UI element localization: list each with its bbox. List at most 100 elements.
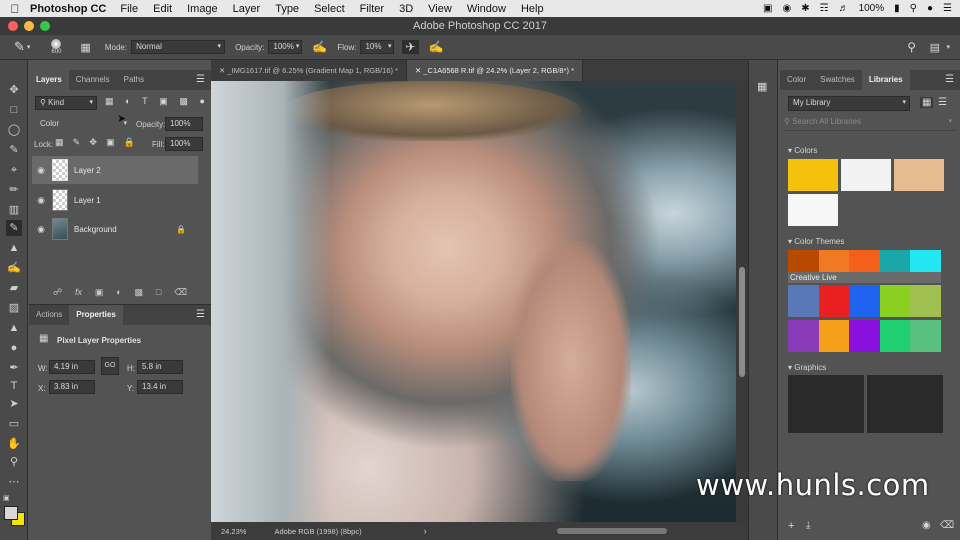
search-icon[interactable]: ⚲ <box>907 40 916 54</box>
tool-preset-chevron-icon[interactable]: ▾ <box>27 43 31 51</box>
layer-row-layer-1[interactable]: ◉ Layer 1 <box>32 186 198 214</box>
library-select[interactable]: My Library ▾ <box>788 96 910 111</box>
default-colors-icon[interactable]: ▣ <box>3 494 10 502</box>
foreground-color-swatch[interactable] <box>4 506 18 520</box>
color-swatch-yellow[interactable] <box>788 159 838 191</box>
graphic-thumbnail-2[interactable] <box>867 375 943 433</box>
blur-tool-icon[interactable]: ▲ <box>6 320 22 336</box>
menu-app-name[interactable]: Photoshop CC <box>30 3 106 15</box>
eraser-tool-icon[interactable]: ▰ <box>6 280 22 296</box>
doc-tab-c1a6568[interactable]: ✕ _C1A6568 R.tif @ 24.2% (Layer 2, RGB/8… <box>407 60 583 81</box>
visibility-eye-icon[interactable]: ◉ <box>32 195 50 206</box>
dodge-tool-icon[interactable]: ● <box>6 340 22 356</box>
type-filter-icon[interactable]: T <box>142 96 148 107</box>
tab-layers[interactable]: Layers <box>29 70 69 90</box>
menu-type[interactable]: Type <box>275 3 299 15</box>
close-icon[interactable]: ✕ <box>219 66 225 75</box>
color-themes-section-header[interactable]: ▾ Color Themes <box>788 237 844 246</box>
layer-style-icon[interactable]: fx <box>75 287 82 298</box>
stock-icon[interactable]: ◉ <box>922 520 931 531</box>
close-window-button[interactable] <box>8 21 18 31</box>
airbrush-icon[interactable]: ✈ <box>402 40 419 54</box>
scrollbar-thumb[interactable] <box>739 267 745 377</box>
layer-row-layer-2[interactable]: ◉ Layer 2 <box>32 156 198 184</box>
lasso-tool-icon[interactable]: ◯ <box>6 122 22 138</box>
grid-view-icon[interactable]: ▦ <box>920 97 934 108</box>
history-brush-tool-icon[interactable]: ✍ <box>6 260 22 276</box>
mode-select[interactable]: Normal ▾ <box>131 40 226 54</box>
zoom-level[interactable]: 24.23% <box>221 527 246 536</box>
list-icon[interactable]: ☰ <box>943 3 952 14</box>
tab-libraries[interactable]: Libraries <box>861 70 910 90</box>
brush-tool-icon[interactable]: ✎ <box>14 39 25 55</box>
apple-icon[interactable]:  <box>0 2 30 16</box>
eyedropper-tool-icon[interactable]: ✏ <box>6 182 22 198</box>
y-field[interactable]: 13.4 in <box>137 380 183 394</box>
tab-actions[interactable]: Actions <box>29 305 69 325</box>
record-icon[interactable]: ◉ <box>782 3 791 14</box>
opacity-field[interactable]: 100% ▾ <box>268 40 303 54</box>
panel-menu-icon[interactable]: ☰ <box>196 305 205 325</box>
crop-tool-icon[interactable]: ⌖ <box>6 162 22 178</box>
shape-filter-icon[interactable]: ▣ <box>159 96 168 107</box>
history-panel-icon[interactable]: ▦ <box>757 80 767 93</box>
doc-tab-img1617[interactable]: ✕ _IMG1617.tif @ 6.25% (Gradient Map 1, … <box>211 60 407 81</box>
menu-edit[interactable]: Edit <box>153 3 172 15</box>
zoom-tool-icon[interactable]: ⚲ <box>6 454 22 470</box>
tab-swatches[interactable]: Swatches <box>813 70 862 90</box>
menu-view[interactable]: View <box>428 3 452 15</box>
vertical-scrollbar[interactable] <box>736 81 748 522</box>
tab-properties[interactable]: Properties <box>69 305 123 325</box>
adjustment-layer-icon[interactable]: ◐ <box>116 287 121 298</box>
menu-filter[interactable]: Filter <box>360 3 384 15</box>
bluetooth-icon[interactable]: ✱ <box>801 3 809 14</box>
filter-toggle-icon[interactable]: ● <box>200 96 205 107</box>
cast-icon[interactable]: ▣ <box>763 3 772 14</box>
minimize-window-button[interactable] <box>24 21 34 31</box>
pressure-size-icon[interactable]: ✍ <box>429 40 444 54</box>
chevron-right-icon[interactable]: › <box>424 526 427 536</box>
user-avatar-icon[interactable]: ● <box>927 3 933 14</box>
healing-brush-tool-icon[interactable]: ▥ <box>6 202 22 218</box>
new-layer-icon[interactable]: □ <box>156 287 161 298</box>
list-view-icon[interactable]: ☰ <box>938 97 947 108</box>
color-theme-creative-live[interactable]: Creative Live <box>788 250 941 283</box>
flow-field[interactable]: 10% ▾ <box>360 40 395 54</box>
brush-tool-icon[interactable]: ✎ <box>6 220 22 236</box>
hand-tool-icon[interactable]: ✋ <box>6 436 22 452</box>
height-field[interactable]: 5.8 in <box>137 360 183 374</box>
lock-image-icon[interactable]: ✎ <box>73 137 81 148</box>
close-icon[interactable]: ✕ <box>415 66 421 75</box>
move-tool-icon[interactable]: ✥ <box>6 82 22 98</box>
menu-window[interactable]: Window <box>467 3 506 15</box>
document-canvas[interactable] <box>211 81 736 522</box>
color-swatch-white[interactable] <box>841 159 891 191</box>
fill-field[interactable]: 100% <box>165 137 203 151</box>
add-mask-icon[interactable]: ▣ <box>95 287 104 298</box>
color-theme-3[interactable] <box>788 320 941 352</box>
graphics-section-header[interactable]: ▾ Graphics <box>788 363 826 372</box>
workspace-icon[interactable]: ▤ <box>930 41 940 54</box>
lock-position-icon[interactable]: ✥ <box>89 137 97 148</box>
brush-panel-icon[interactable]: ▦ <box>80 41 90 54</box>
lock-all-icon[interactable]: 🔒 <box>124 137 135 148</box>
color-swatch-tan[interactable] <box>894 159 944 191</box>
library-search-input[interactable]: ⚲ Search All Libraries ▾ <box>784 117 956 131</box>
brush-preset-picker[interactable]: 600 <box>46 39 66 55</box>
quick-select-tool-icon[interactable]: ✎ <box>6 142 22 158</box>
color-theme-2[interactable] <box>788 285 941 317</box>
pen-tool-icon[interactable]: ✒ <box>6 360 22 376</box>
color-swatch-light[interactable] <box>788 194 838 226</box>
visibility-eye-icon[interactable]: ◉ <box>32 165 50 176</box>
path-select-tool-icon[interactable]: ➤ <box>6 396 22 412</box>
pressure-opacity-icon[interactable]: ✍ <box>312 40 327 54</box>
layer-row-background[interactable]: ◉ Background 🔒 <box>32 215 198 243</box>
clone-stamp-tool-icon[interactable]: ▲ <box>6 240 22 256</box>
zoom-window-button[interactable] <box>40 21 50 31</box>
search-icon[interactable]: ⚲ <box>910 3 917 14</box>
colors-section-header[interactable]: ▾ Colors <box>788 146 817 155</box>
add-content-icon[interactable]: + <box>788 520 794 532</box>
rectangle-tool-icon[interactable]: ▭ <box>6 416 22 432</box>
delete-icon[interactable]: ⌫ <box>940 520 954 531</box>
menu-select[interactable]: Select <box>314 3 345 15</box>
